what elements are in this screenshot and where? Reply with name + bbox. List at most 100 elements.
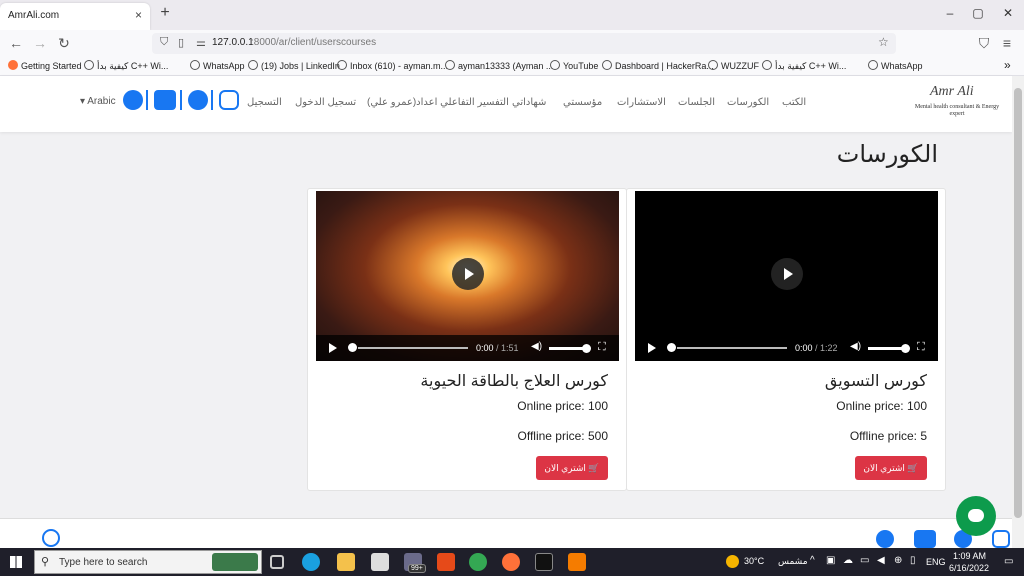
progress-handle[interactable] bbox=[667, 343, 676, 352]
play-icon[interactable] bbox=[648, 343, 656, 353]
globe-icon[interactable]: ⊕ bbox=[894, 555, 902, 566]
menu-icon[interactable]: ≡ bbox=[998, 35, 1016, 51]
reload-icon[interactable]: ↻ bbox=[55, 35, 73, 52]
forward-arrow-icon[interactable]: → bbox=[31, 35, 49, 51]
bookmark-item[interactable]: WhatsApp bbox=[868, 60, 923, 71]
close-window-icon[interactable]: ✕ bbox=[988, 6, 1024, 20]
file-explorer-icon[interactable] bbox=[337, 553, 355, 571]
youtube-icon[interactable] bbox=[154, 90, 176, 110]
url-path: :8000/ar/client/userscourses bbox=[251, 37, 377, 48]
turtle-widget-icon[interactable] bbox=[212, 553, 258, 571]
shield-icon[interactable]: ⛉ bbox=[160, 36, 168, 49]
more-bookmarks-icon[interactable]: » bbox=[1004, 58, 1011, 72]
terminal-icon[interactable] bbox=[535, 553, 553, 571]
youtube-icon[interactable] bbox=[914, 530, 936, 548]
cart-icon: 🛒 bbox=[588, 463, 600, 473]
bookmark-item[interactable]: ayman13333 (Ayman ... bbox=[445, 60, 553, 71]
video-player[interactable]: 0:00 / 1:22 ◀) ⛶ bbox=[635, 191, 938, 361]
scroll-thumb[interactable] bbox=[1014, 88, 1022, 518]
tray-app-icon[interactable]: ▣ bbox=[826, 555, 835, 566]
online-price: Online price: 100 bbox=[836, 399, 927, 413]
tray-chevron-icon[interactable]: ^ bbox=[810, 555, 815, 566]
instagram-icon[interactable] bbox=[992, 530, 1010, 548]
close-tab-icon[interactable]: × bbox=[135, 8, 142, 22]
nav-register[interactable]: التسجيل bbox=[247, 97, 282, 108]
volume-handle[interactable] bbox=[582, 344, 591, 353]
nav-courses[interactable]: الكورسات bbox=[727, 97, 769, 108]
battery-icon[interactable]: ▯ bbox=[910, 555, 916, 566]
address-bar[interactable]: ⛉ ▯ ⚌ 127.0.0.1 :8000/ar/client/userscou… bbox=[152, 33, 896, 54]
task-view-icon[interactable] bbox=[270, 555, 284, 569]
buy-now-button[interactable]: اشتري الان 🛒 bbox=[855, 456, 927, 480]
bookmark-item[interactable]: WUZZUF bbox=[708, 60, 759, 71]
store-icon[interactable] bbox=[371, 553, 389, 571]
bookmark-item[interactable]: WhatsApp bbox=[190, 60, 245, 71]
nav-interactive-interpretation[interactable]: التفسير التفاعلي اعداد(عمرو علي) bbox=[367, 97, 509, 108]
permissions-icon[interactable]: ⚌ bbox=[196, 36, 206, 49]
network-icon[interactable]: ▭ bbox=[860, 555, 869, 566]
facebook-icon[interactable] bbox=[876, 530, 894, 548]
edge-icon[interactable] bbox=[302, 553, 320, 571]
input-language[interactable]: ENG bbox=[926, 557, 946, 567]
bookmark-item[interactable]: Getting Started bbox=[8, 60, 82, 71]
site-logo[interactable]: Amr Ali bbox=[930, 84, 974, 100]
bookmark-item[interactable]: YouTube bbox=[550, 60, 598, 71]
bookmark-item[interactable]: Inbox (610) - ayman.m... bbox=[337, 60, 448, 71]
notification-badge: 99+ bbox=[408, 564, 426, 573]
browser-tab[interactable]: AmrAli.com × bbox=[0, 3, 150, 30]
bookmark-item[interactable]: كيفية بدأ C++ Wi... bbox=[84, 60, 168, 72]
url-host: 127.0.0.1 bbox=[212, 37, 254, 48]
office-icon[interactable] bbox=[437, 553, 455, 571]
volume-icon[interactable]: ◀) bbox=[850, 341, 861, 352]
back-arrow-icon[interactable]: ← bbox=[7, 35, 25, 51]
bookmark-item[interactable]: Dashboard | HackerRa... bbox=[602, 60, 714, 71]
chat-widget-button[interactable] bbox=[956, 496, 996, 536]
page-icon[interactable]: ▯ bbox=[178, 36, 184, 49]
clock-time[interactable]: 1:09 AM bbox=[953, 551, 986, 561]
buy-now-button[interactable]: اشتري الان 🛒 bbox=[536, 456, 608, 480]
bookmark-star-icon[interactable]: ☆ bbox=[878, 35, 889, 49]
volume-icon[interactable]: ◀) bbox=[531, 341, 542, 352]
play-overlay-icon[interactable] bbox=[771, 258, 803, 290]
page-title: الكورسات bbox=[836, 141, 938, 168]
telegram-icon[interactable] bbox=[188, 90, 208, 110]
facebook-icon[interactable] bbox=[123, 90, 143, 110]
new-tab-button[interactable]: + bbox=[156, 4, 174, 22]
language-selector[interactable]: ▾ Arabic bbox=[80, 96, 116, 107]
globe-icon bbox=[602, 60, 612, 70]
play-overlay-icon[interactable] bbox=[452, 258, 484, 290]
xampp-icon[interactable] bbox=[568, 553, 586, 571]
bookmark-item[interactable]: (19) Jobs | LinkedIn bbox=[248, 60, 340, 71]
bookmark-item[interactable]: كيفية بدأ C++ Wi... bbox=[762, 60, 846, 72]
progress-track[interactable] bbox=[677, 347, 787, 349]
instagram-icon[interactable] bbox=[219, 90, 239, 110]
nav-login[interactable]: تسجيل الدخول bbox=[295, 97, 356, 108]
play-icon[interactable] bbox=[329, 343, 337, 353]
nav-consultations[interactable]: الاستشارات bbox=[617, 97, 666, 108]
volume-handle[interactable] bbox=[901, 344, 910, 353]
notifications-icon[interactable]: ▭ bbox=[1004, 556, 1013, 567]
video-player[interactable]: 0:00 / 1:51 ◀) ⛶ bbox=[316, 191, 619, 361]
nav-sessions[interactable]: الجلسات bbox=[678, 97, 715, 108]
speaker-icon[interactable]: ◀ bbox=[877, 555, 885, 566]
progress-handle[interactable] bbox=[348, 343, 357, 352]
fullscreen-icon[interactable]: ⛶ bbox=[917, 341, 925, 354]
weather-condition: مشمس bbox=[778, 556, 808, 566]
nav-books[interactable]: الكتب bbox=[782, 97, 806, 108]
course-title: كورس التسويق bbox=[824, 373, 927, 390]
fullscreen-icon[interactable]: ⛶ bbox=[598, 341, 606, 354]
page-scrollbar[interactable] bbox=[1012, 76, 1024, 548]
windows-start-icon[interactable] bbox=[10, 556, 22, 568]
nav-my-institution[interactable]: مؤسستي bbox=[563, 97, 602, 108]
firefox-icon[interactable] bbox=[502, 553, 520, 571]
whatsapp-icon[interactable] bbox=[42, 529, 60, 547]
cloud-icon[interactable]: ☁ bbox=[843, 555, 853, 566]
chrome-icon[interactable] bbox=[469, 553, 487, 571]
site-header: Amr Ali Mental health consultant & Energ… bbox=[0, 76, 1012, 132]
pocket-icon[interactable]: ⛉ bbox=[975, 35, 993, 52]
progress-track[interactable] bbox=[358, 347, 468, 349]
nav-certificates[interactable]: شهاداتي bbox=[512, 97, 546, 108]
globe-icon bbox=[84, 60, 94, 70]
clock-date[interactable]: 6/16/2022 bbox=[949, 563, 989, 573]
weather-temperature[interactable]: 30°C bbox=[744, 556, 764, 566]
